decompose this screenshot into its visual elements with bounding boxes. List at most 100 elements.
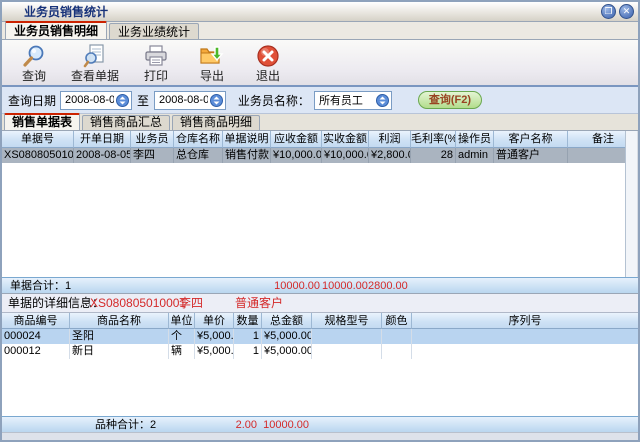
column-header[interactable]: 仓库名称 (174, 131, 223, 148)
cell-item-code: 000024 (2, 329, 70, 344)
cell-order-no: XS080805010001 (2, 148, 74, 163)
salesperson-label: 业务员名称： (238, 92, 310, 109)
app-window: 业务员销售统计 ❐ ✕ 业务员销售明细 业务业绩统计 查询 (0, 0, 640, 442)
cell-unit-price: ¥5,000.00 (195, 329, 234, 344)
date-from-spinner-icon[interactable] (116, 94, 129, 107)
column-header[interactable]: 数量 (234, 313, 262, 329)
tab-sales-goods-summary[interactable]: 销售商品汇总 (82, 115, 170, 130)
view-order-button[interactable]: 查看单据 (64, 41, 126, 85)
printer-icon (143, 43, 169, 69)
query-bar: 查询日期 2008-08-01 至 2008-08-05 (2, 87, 638, 114)
cell-quantity: 1 (234, 344, 262, 359)
salesperson-dropdown-icon[interactable] (376, 94, 389, 107)
cell-received: ¥10,000.00 (322, 148, 369, 163)
salesperson-select[interactable]: 所有员工 (314, 91, 392, 110)
column-header[interactable]: 业务员 (131, 131, 174, 148)
tab-business-performance[interactable]: 业务业绩统计 (109, 23, 199, 39)
cell-amount: ¥5,000.00 (262, 329, 312, 344)
column-header[interactable]: 单位 (169, 313, 195, 329)
to-label: 至 (137, 92, 149, 109)
vertical-scrollbar[interactable] (625, 131, 638, 277)
column-header[interactable]: 毛利率(%) (411, 131, 456, 148)
date-to-spinner-icon[interactable] (210, 94, 223, 107)
toolbar-label: 查询 (22, 69, 46, 83)
table-row[interactable]: XS080805010001 2008-08-05 李四 总仓库 销售付款 ¥1… (2, 148, 638, 163)
total-amount: 10000.00 (259, 418, 309, 433)
column-header[interactable]: 应收金额 (271, 131, 322, 148)
total-quantity: 2.00 (227, 418, 257, 433)
cell-salesperson: 李四 (131, 148, 174, 163)
title-bar: 业务员销售统计 ❐ ✕ (2, 2, 638, 22)
detail-salesperson: 李四 (179, 294, 203, 312)
total-received: 10000.00 (322, 279, 366, 294)
close-button[interactable]: ✕ (619, 4, 634, 19)
cell-spec (312, 344, 382, 359)
items-table-empty-area (2, 359, 638, 416)
query-button[interactable]: 查询 (8, 41, 60, 85)
cell-receivable: ¥10,000.00 (271, 148, 322, 163)
column-header[interactable]: 利润 (369, 131, 411, 148)
column-header[interactable]: 商品名称 (70, 313, 169, 329)
tab-sales-order-list[interactable]: 销售单据表 (4, 113, 80, 130)
cell-amount: ¥5,000.00 (262, 344, 312, 359)
query-f2-button[interactable]: 查询(F2) (418, 91, 482, 109)
date-from-input[interactable]: 2008-08-01 (60, 91, 132, 110)
column-header[interactable]: 操作员 (456, 131, 494, 148)
exit-button[interactable]: 退出 (242, 41, 294, 85)
column-header[interactable]: 商品编号 (2, 313, 70, 329)
tab-label: 业务业绩统计 (118, 25, 190, 39)
column-header[interactable]: 颜色 (382, 313, 412, 329)
items-total-label: 品种合计：2 (95, 418, 156, 433)
cell-warehouse: 总仓库 (174, 148, 223, 163)
table-row[interactable]: 000012 新日 辆 ¥5,000.00 1 ¥5,000.00 (2, 344, 638, 359)
column-header[interactable]: 客户名称 (494, 131, 568, 148)
column-header[interactable]: 序列号 (412, 313, 638, 329)
items-table-header: 商品编号 商品名称 单位 单价 数量 总金额 规格型号 颜色 序列号 (2, 313, 638, 329)
cell-item-name: 圣阳 (70, 329, 169, 344)
sub-tab-bar: 销售单据表 销售商品汇总 销售商品明细 (2, 114, 638, 131)
items-table: 商品编号 商品名称 单位 单价 数量 总金额 规格型号 颜色 序列号 00002… (2, 313, 638, 432)
items-totals-row: 品种合计：2 2.00 10000.00 (2, 416, 638, 432)
cell-quantity: 1 (234, 329, 262, 344)
orders-table: 单据号 开单日期 业务员 仓库名称 单据说明 应收金额 实收金额 利润 毛利率(… (2, 131, 638, 294)
print-button[interactable]: 打印 (130, 41, 182, 85)
order-detail-info-bar: 单据的详细信息： XS080805010001 李四 普通客户 (2, 294, 638, 313)
column-header[interactable]: 开单日期 (74, 131, 131, 148)
subtab-label: 销售商品汇总 (90, 115, 162, 129)
cell-unit: 辆 (169, 344, 195, 359)
cell-order-desc: 销售付款 (223, 148, 271, 163)
column-header[interactable]: 实收金额 (322, 131, 369, 148)
date-to-value: 2008-08-05 (159, 94, 208, 106)
search-icon (21, 43, 47, 69)
tab-sales-goods-detail[interactable]: 销售商品明细 (172, 115, 260, 130)
column-header[interactable]: 单据号 (2, 131, 74, 148)
date-from-value: 2008-08-01 (65, 94, 114, 106)
column-header[interactable]: 单价 (195, 313, 234, 329)
window-title: 业务员销售统计 (24, 3, 108, 20)
orders-table-header: 单据号 开单日期 业务员 仓库名称 单据说明 应收金额 实收金额 利润 毛利率(… (2, 131, 638, 148)
column-header[interactable]: 单据说明 (223, 131, 271, 148)
orders-total-label: 单据合计：1 (10, 279, 71, 294)
tab-label: 业务员销售明细 (14, 24, 98, 38)
orders-totals-row: 单据合计：1 10000.00 10000.00 2800.00 (2, 277, 638, 293)
query-date-label: 查询日期 (8, 92, 56, 109)
detail-order-no: XS080805010001 (90, 294, 186, 312)
cell-unit-price: ¥5,000.00 (195, 344, 234, 359)
cell-spec (312, 329, 382, 344)
table-row[interactable]: 000024 圣阳 个 ¥5,000.00 1 ¥5,000.00 (2, 329, 638, 344)
maximize-button[interactable]: ❐ (601, 4, 616, 19)
total-profit: 2800.00 (368, 279, 400, 294)
subtab-label: 销售单据表 (12, 115, 72, 129)
column-header[interactable]: 规格型号 (312, 313, 382, 329)
cell-color (382, 329, 412, 344)
toolbar-label: 导出 (200, 69, 224, 83)
column-header[interactable]: 总金额 (262, 313, 312, 329)
total-receivable: 10000.00 (270, 279, 320, 294)
toolbar-label: 退出 (256, 69, 280, 83)
cell-item-name: 新日 (70, 344, 169, 359)
tab-salesperson-sales-detail[interactable]: 业务员销售明细 (5, 21, 107, 39)
salesperson-value: 所有员工 (319, 92, 374, 108)
date-to-input[interactable]: 2008-08-05 (154, 91, 226, 110)
export-button[interactable]: 导出 (186, 41, 238, 85)
cell-operator: admin (456, 148, 494, 163)
